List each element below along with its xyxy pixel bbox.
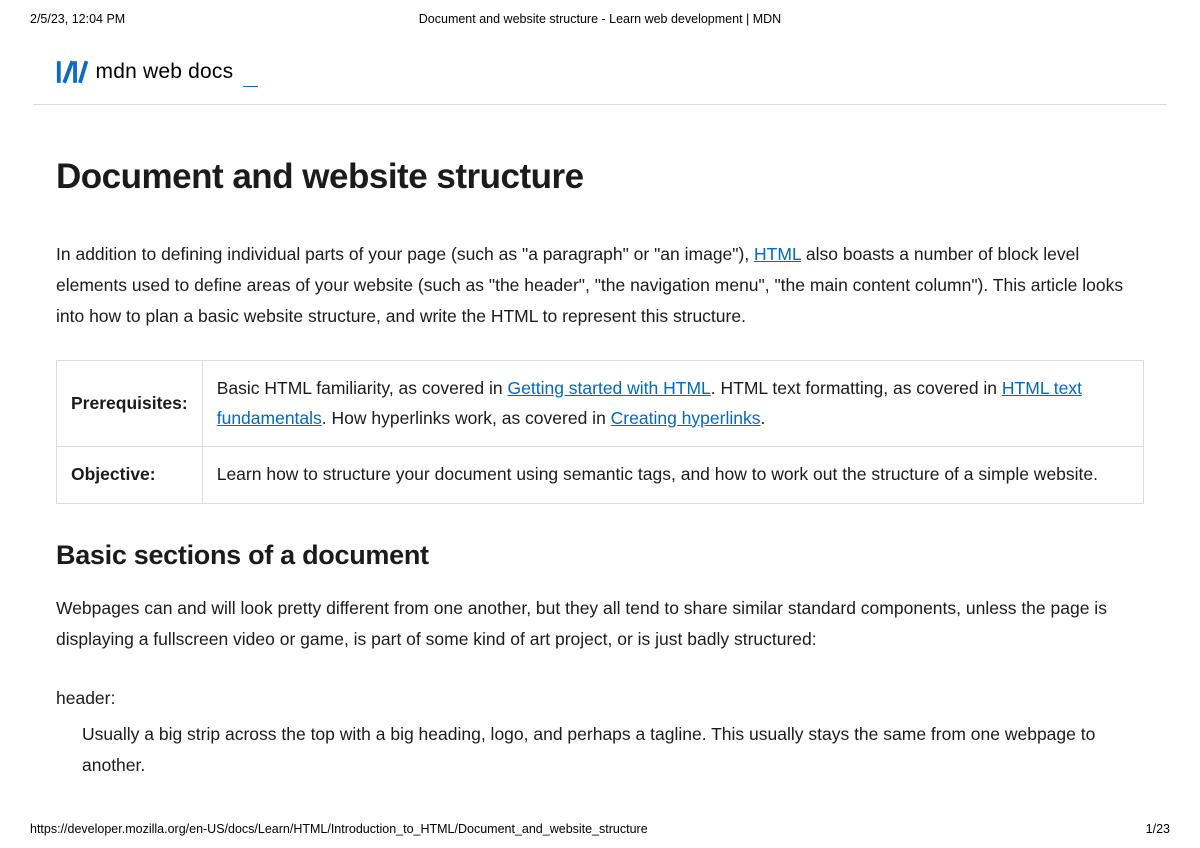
meta-table: Prerequisites: Basic HTML familiarity, a…	[56, 360, 1144, 504]
link-getting-started[interactable]: Getting started with HTML	[508, 378, 711, 398]
print-header: 2/5/23, 12:04 PM Document and website st…	[0, 0, 1200, 26]
definition-list: header: Usually a big strip across the t…	[56, 683, 1144, 780]
mdn-logo[interactable]: mdn web docs _	[55, 56, 258, 87]
prerequisites-value: Basic HTML familiarity, as covered in Ge…	[202, 360, 1143, 447]
logo-text: mdn web docs	[96, 60, 234, 84]
print-timestamp: 2/5/23, 12:04 PM	[30, 12, 125, 26]
section-paragraph: Webpages can and will look pretty differ…	[56, 593, 1144, 655]
print-page-number: 1/23	[1146, 822, 1170, 836]
mdn-logo-icon	[55, 59, 88, 85]
section-heading: Basic sections of a document	[56, 540, 1144, 571]
page-title: Document and website structure	[56, 157, 1144, 197]
print-footer: https://developer.mozilla.org/en-US/docs…	[30, 822, 1170, 836]
print-url: https://developer.mozilla.org/en-US/docs…	[30, 822, 648, 836]
objective-value: Learn how to structure your document usi…	[202, 447, 1143, 504]
logo-cursor: _	[243, 60, 257, 91]
link-creating-hyperlinks[interactable]: Creating hyperlinks	[611, 408, 761, 428]
intro-paragraph: In addition to defining individual parts…	[56, 239, 1144, 332]
objective-label: Objective:	[57, 447, 203, 504]
logo-bar: mdn web docs _	[0, 26, 1200, 104]
definition-header: Usually a big strip across the top with …	[82, 719, 1144, 781]
link-html[interactable]: HTML	[754, 244, 801, 264]
article-content: Document and website structure In additi…	[0, 105, 1200, 781]
term-header: header:	[56, 683, 1144, 714]
prerequisites-label: Prerequisites:	[57, 360, 203, 447]
table-row: Prerequisites: Basic HTML familiarity, a…	[57, 360, 1144, 447]
print-title: Document and website structure - Learn w…	[0, 12, 1200, 26]
table-row: Objective: Learn how to structure your d…	[57, 447, 1144, 504]
